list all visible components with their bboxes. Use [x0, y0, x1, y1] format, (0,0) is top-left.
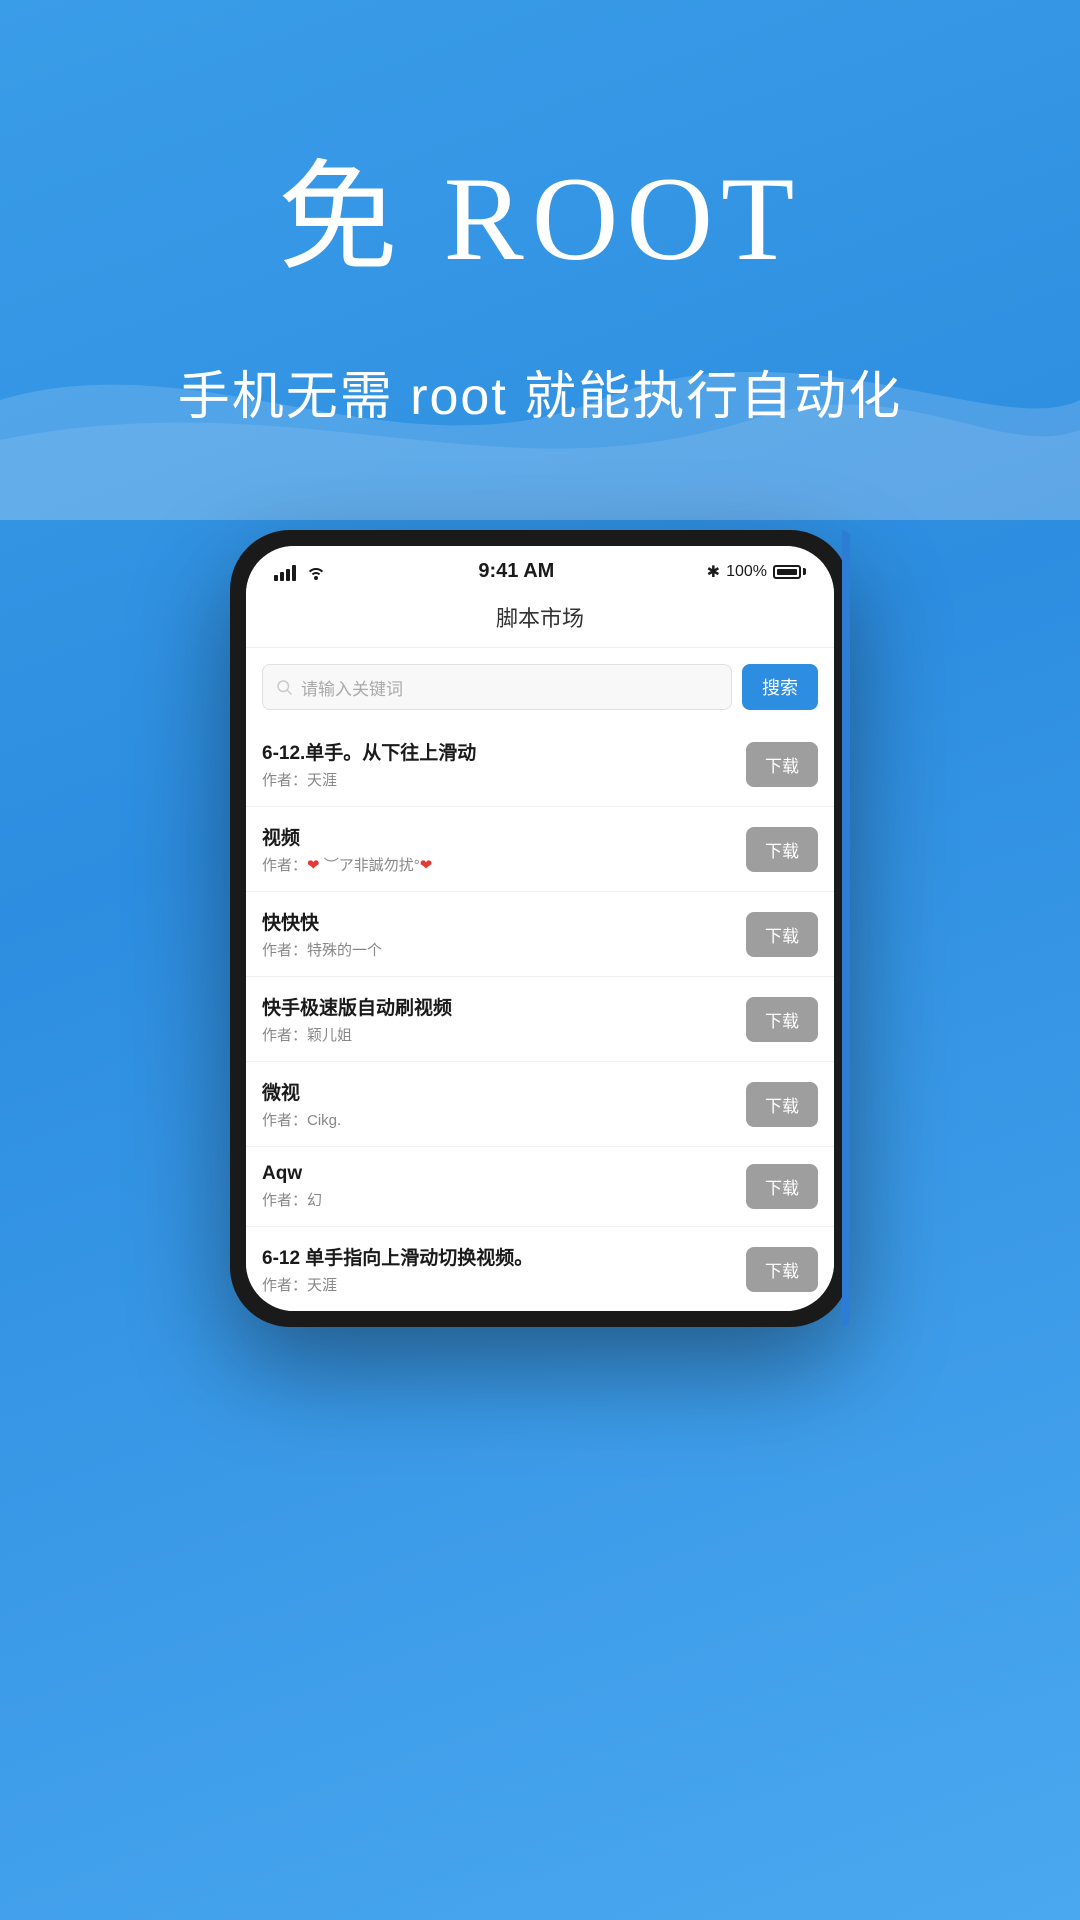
script-author: 作者：天涯 — [262, 769, 746, 790]
download-button[interactable]: 下载 — [746, 912, 818, 957]
signal-icon — [274, 563, 296, 581]
hero-title: 免 ROOT — [0, 120, 1080, 294]
phone-screen: 9:41 AM ✱ 100% 脚本市场 — [246, 546, 834, 1311]
app-title: 脚本市场 — [496, 606, 584, 631]
list-item: 微视 作者：Cikg. 下载 — [246, 1062, 834, 1147]
script-list: 6-12.单手。从下往上滑动 作者：天涯 下载 视频 作者：❤ ︶ア非誠勿扰°❤… — [246, 722, 834, 1311]
script-name: 6-12.单手。从下往上滑动 — [262, 738, 746, 765]
script-author: 作者：❤ ︶ア非誠勿扰°❤ — [262, 854, 746, 875]
battery-percent: 100% — [726, 563, 767, 581]
script-name: 快手极速版自动刷视频 — [262, 993, 746, 1020]
search-area: 请输入关键词 搜索 — [246, 648, 834, 722]
script-author: 作者：颖儿姐 — [262, 1024, 746, 1045]
list-item: 视频 作者：❤ ︶ア非誠勿扰°❤ 下载 — [246, 807, 834, 892]
script-author: 作者：幻 — [262, 1189, 746, 1210]
list-item: Aqw 作者：幻 下载 — [246, 1147, 834, 1227]
app-header: 脚本市场 — [246, 591, 834, 648]
search-input-wrap[interactable]: 请输入关键词 — [262, 664, 732, 710]
script-info: 快快快 作者：特殊的一个 — [262, 908, 746, 960]
list-item: 6-12 单手指向上滑动切换视频。 作者：天涯 下载 — [246, 1227, 834, 1311]
list-item: 快手极速版自动刷视频 作者：颖儿姐 下载 — [246, 977, 834, 1062]
search-button[interactable]: 搜索 — [742, 664, 818, 710]
script-info: 微视 作者：Cikg. — [262, 1078, 746, 1130]
script-info: 6-12 单手指向上滑动切换视频。 作者：天涯 — [262, 1243, 746, 1295]
status-right: ✱ 100% — [707, 562, 806, 582]
search-placeholder: 请输入关键词 — [301, 675, 403, 700]
script-author: 作者：特殊的一个 — [262, 939, 746, 960]
wifi-icon — [306, 564, 326, 580]
script-name: 微视 — [262, 1078, 746, 1105]
download-button[interactable]: 下载 — [746, 742, 818, 787]
search-icon — [275, 678, 293, 696]
phone-mockup: 9:41 AM ✱ 100% 脚本市场 — [230, 530, 850, 1327]
list-item: 6-12.单手。从下往上滑动 作者：天涯 下载 — [246, 722, 834, 807]
script-name: 6-12 单手指向上滑动切换视频。 — [262, 1243, 746, 1270]
download-button[interactable]: 下载 — [746, 827, 818, 872]
status-left — [274, 563, 326, 581]
script-info: 快手极速版自动刷视频 作者：颖儿姐 — [262, 993, 746, 1045]
list-item: 快快快 作者：特殊的一个 下载 — [246, 892, 834, 977]
script-info: Aqw 作者：幻 — [262, 1163, 746, 1210]
script-info: 6-12.单手。从下往上滑动 作者：天涯 — [262, 738, 746, 790]
bluetooth-icon: ✱ — [707, 562, 720, 582]
download-button[interactable]: 下载 — [746, 1164, 818, 1209]
status-bar: 9:41 AM ✱ 100% — [246, 546, 834, 591]
script-author: 作者：Cikg. — [262, 1109, 746, 1130]
script-info: 视频 作者：❤ ︶ア非誠勿扰°❤ — [262, 823, 746, 875]
script-author: 作者：天涯 — [262, 1274, 746, 1295]
script-name: 视频 — [262, 823, 746, 850]
script-name: 快快快 — [262, 908, 746, 935]
download-button[interactable]: 下载 — [746, 997, 818, 1042]
hero-subtitle: 手机无需 root 就能执行自动化 — [0, 354, 1080, 429]
download-button[interactable]: 下载 — [746, 1247, 818, 1292]
script-name: Aqw — [262, 1163, 746, 1185]
download-button[interactable]: 下载 — [746, 1082, 818, 1127]
battery-icon — [773, 565, 806, 579]
phone-frame: 9:41 AM ✱ 100% 脚本市场 — [230, 530, 850, 1327]
status-time: 9:41 AM — [478, 560, 554, 583]
hero-section: 免 ROOT 手机无需 root 就能执行自动化 — [0, 0, 1080, 429]
